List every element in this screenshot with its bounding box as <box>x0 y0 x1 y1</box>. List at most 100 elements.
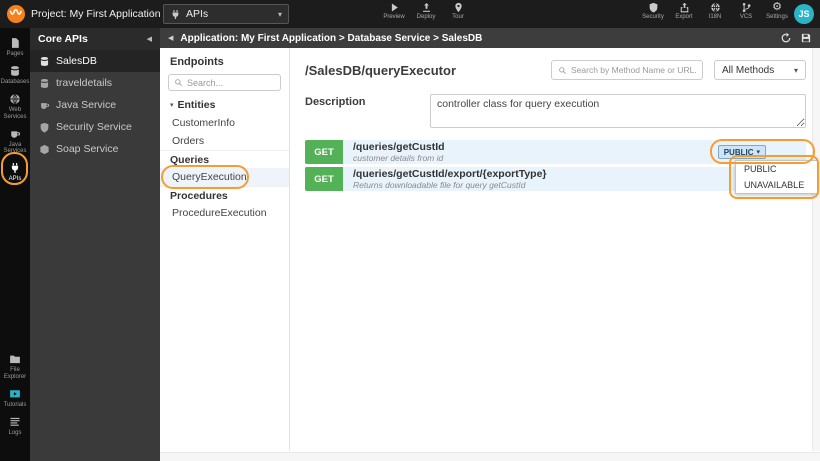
all-methods-dropdown[interactable]: All Methods ▾ <box>714 60 806 80</box>
sidebar-item-label: traveldetails <box>56 77 113 89</box>
visibility-option-public[interactable]: PUBLIC <box>736 161 817 177</box>
rail-item-pages[interactable]: Pages <box>0 34 30 62</box>
rail-item-label: Pages <box>6 51 24 57</box>
settings-button[interactable]: ⚙ Settings <box>764 1 790 21</box>
endpoints-panel: Endpoints ▾ Entities CustomerInfo Orders… <box>160 48 290 451</box>
rail-item-label: Java Services <box>3 141 27 155</box>
sidebar-item-java-service[interactable]: Java Service <box>30 94 160 116</box>
sidebar-item-label: Java Service <box>56 99 117 111</box>
core-apis-sidebar: Core APIs ◀ SalesDB traveldetails Java S… <box>30 28 160 461</box>
rail-item-label: Logs <box>8 430 22 437</box>
tour-button[interactable]: Tour <box>445 2 471 20</box>
endpoints-search <box>168 74 281 91</box>
procedures-section-header: Procedures <box>160 186 289 204</box>
refresh-icon[interactable] <box>780 32 792 44</box>
tour-icon <box>453 2 464 13</box>
rail-item-label: Web Services <box>3 106 27 120</box>
rail-item-web-services[interactable]: Web Services <box>0 90 30 125</box>
api-row-get-cust-id-export[interactable]: GET /queries/getCustId/export/{exportTyp… <box>305 167 806 191</box>
api-row-get-cust-id[interactable]: GET /queries/getCustId customer details … <box>305 140 806 164</box>
java-services-coffee-icon <box>9 128 21 140</box>
http-method-badge: GET <box>305 140 343 164</box>
endpoint-description: Returns downloadable file for query getC… <box>353 180 526 190</box>
endpoint-item-orders[interactable]: Orders <box>160 132 289 150</box>
settings-gear-icon: ⚙ <box>772 1 782 13</box>
soap-service-cube-icon <box>39 144 50 155</box>
sidebar-header: Core APIs ◀ <box>30 28 160 50</box>
description-label: Description <box>305 96 366 108</box>
main-header-row: /SalesDB/queryExecutor All Methods ▾ <box>305 60 806 80</box>
file-explorer-folder-icon <box>9 353 21 365</box>
shield-icon <box>39 122 50 133</box>
visibility-menu: PUBLIC UNAVAILABLE <box>735 160 818 194</box>
header-right-actions: Security Export I18N VCS ⚙ Settings <box>640 1 790 21</box>
preview-icon <box>389 2 400 13</box>
chevron-down-icon: ▾ <box>170 102 174 109</box>
sidebar-item-traveldetails[interactable]: traveldetails <box>30 72 160 94</box>
export-label: Export <box>675 14 693 20</box>
preview-button[interactable]: Preview <box>381 2 407 20</box>
section-label: Entities <box>177 99 216 111</box>
header-center-actions: Preview Deploy Tour <box>381 2 471 20</box>
horizontal-scrollbar[interactable] <box>160 452 820 461</box>
rail-item-tutorials[interactable]: Tutorials <box>0 385 30 413</box>
security-shield-icon <box>648 2 659 13</box>
entities-section-header[interactable]: ▾ Entities <box>160 96 289 114</box>
method-search-input[interactable] <box>571 65 696 75</box>
visibility-dropdown[interactable]: PUBLIC ▾ <box>717 145 766 159</box>
chevron-right-icon: › <box>151 7 155 18</box>
endpoints-title: Endpoints <box>170 56 224 68</box>
collapse-left-icon[interactable]: ◀ <box>147 35 152 43</box>
endpoint-path: /queries/getCustId <box>353 141 445 153</box>
section-label: Queries <box>170 153 210 166</box>
user-avatar[interactable]: JS <box>794 4 814 24</box>
export-icon <box>679 2 690 13</box>
database-icon <box>39 78 50 89</box>
chevron-down-icon: ▾ <box>277 9 282 19</box>
vcs-button[interactable]: VCS <box>733 2 759 20</box>
deploy-button[interactable]: Deploy <box>413 2 439 20</box>
endpoint-item-queryexecution[interactable]: QueryExecution <box>160 168 289 186</box>
endpoints-search-input[interactable] <box>187 77 279 88</box>
http-method-badge: GET <box>305 167 343 191</box>
rail-item-databases[interactable]: Databases <box>0 62 30 90</box>
security-label: Security <box>642 14 664 20</box>
rail-item-java-services[interactable]: Java Services <box>0 125 30 160</box>
preview-label: Preview <box>383 14 405 20</box>
description-textarea[interactable]: controller class for query execution <box>430 94 806 128</box>
sidebar-item-soap-service[interactable]: Soap Service <box>30 138 160 160</box>
sidebar-item-security-service[interactable]: Security Service <box>30 116 160 138</box>
endpoint-item-procedureexecution[interactable]: ProcedureExecution <box>160 204 289 222</box>
workspace-dropdown[interactable]: APIs ▾ <box>163 4 289 24</box>
database-icon <box>39 56 50 67</box>
export-button[interactable]: Export <box>671 2 697 20</box>
security-button[interactable]: Security <box>640 2 666 20</box>
i18n-label: I18N <box>708 14 722 20</box>
i18n-button[interactable]: I18N <box>702 2 728 20</box>
wavemaker-logo <box>7 5 25 23</box>
rail-item-logs[interactable]: Logs <box>0 413 30 441</box>
rail-item-apis[interactable]: APIs <box>0 159 30 187</box>
page-title: /SalesDB/queryExecutor <box>305 62 457 78</box>
vertical-scrollbar[interactable] <box>812 48 820 451</box>
sidebar-item-salesdb[interactable]: SalesDB <box>30 50 160 72</box>
rail-item-label: Databases <box>0 78 30 85</box>
endpoint-item-customerinfo[interactable]: CustomerInfo <box>160 114 289 132</box>
sidebar-item-label: SalesDB <box>56 55 97 67</box>
left-icon-rail: Pages Databases Web Services Java Servic… <box>0 28 30 461</box>
logs-list-icon <box>9 416 21 428</box>
chevron-down-icon: ▾ <box>756 149 760 156</box>
rail-item-label: APIs <box>8 176 22 183</box>
rail-item-file-explorer[interactable]: File Explorer <box>0 350 30 385</box>
sidebar-item-label: Security Service <box>56 121 132 133</box>
endpoint-path: /queries/getCustId/export/{exportType} <box>353 168 547 180</box>
api-endpoint-rows: GET /queries/getCustId customer details … <box>305 140 806 191</box>
java-service-coffee-icon <box>39 100 50 111</box>
deploy-label: Deploy <box>416 14 436 20</box>
visibility-option-unavailable[interactable]: UNAVAILABLE <box>736 177 817 193</box>
save-icon[interactable] <box>800 32 812 44</box>
main-content: /SalesDB/queryExecutor All Methods ▾ Des… <box>290 48 820 451</box>
breadcrumb-actions <box>780 32 812 44</box>
queries-section-header: Queries <box>160 150 289 168</box>
collapse-left-icon[interactable]: ◀ <box>168 34 173 42</box>
